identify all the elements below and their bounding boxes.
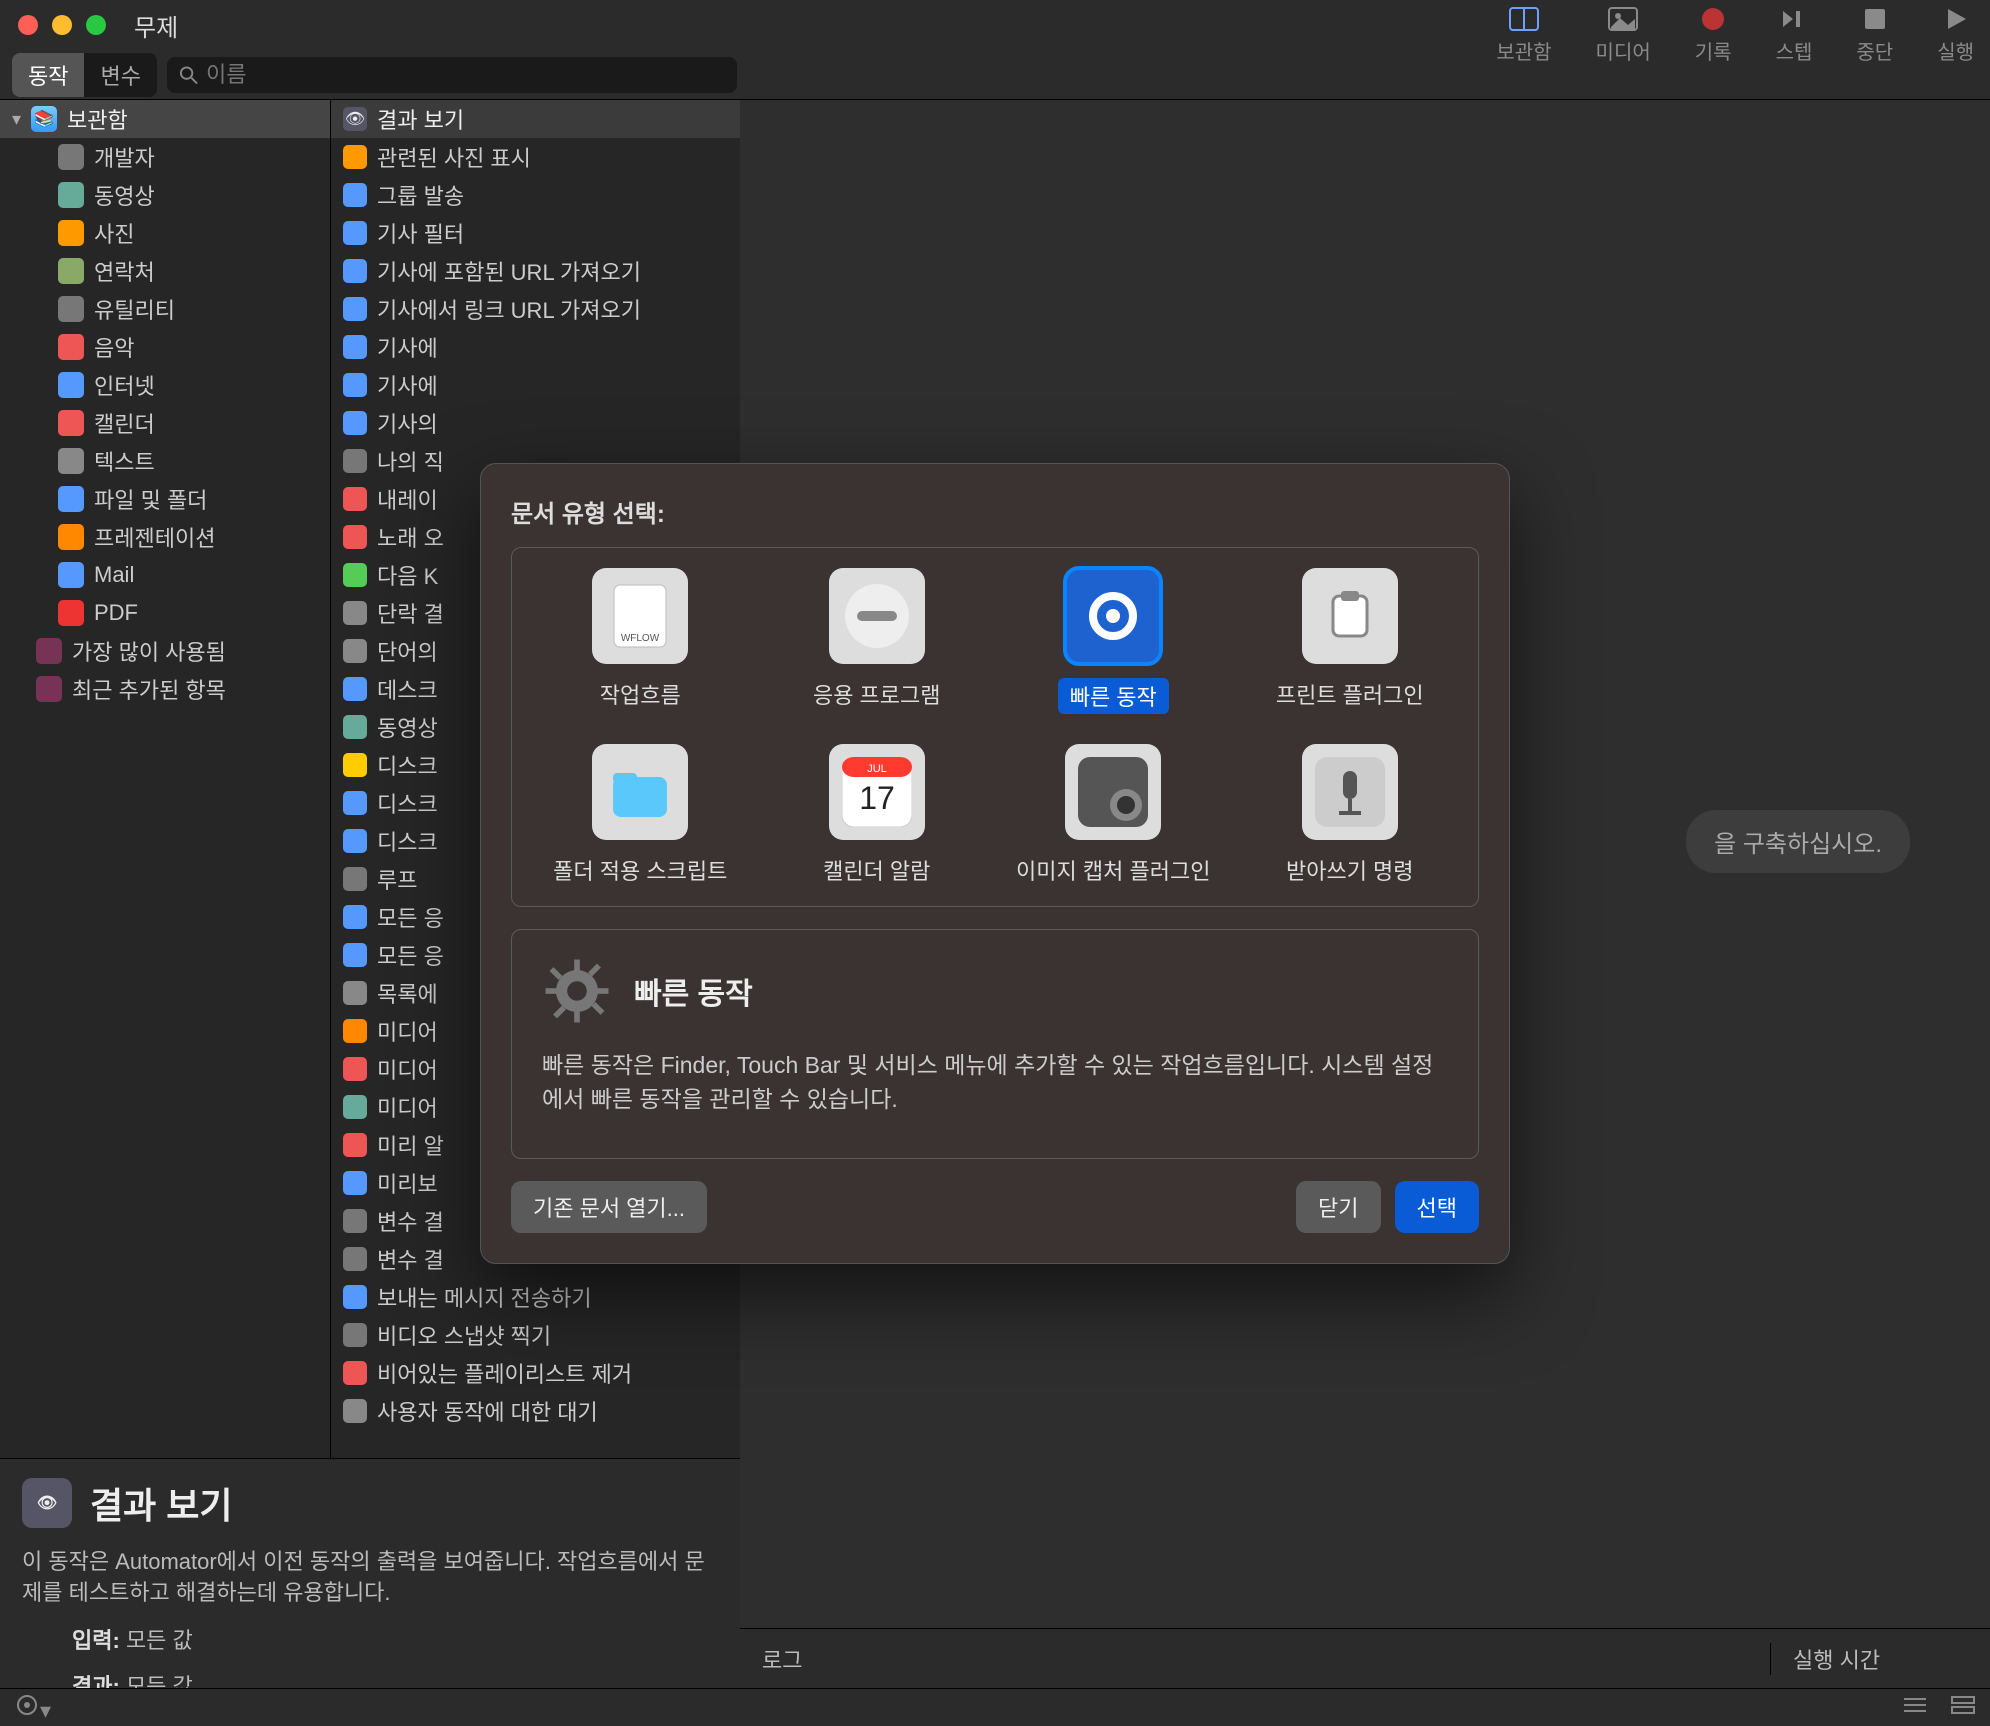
detail-body: 빠른 동작은 Finder, Touch Bar 및 서비스 메뉴에 추가할 수… (542, 1048, 1448, 1117)
doc-type-icon (1065, 744, 1161, 840)
doc-type-label: 응용 프로그램 (813, 678, 941, 710)
doc-type-icon: WFLOW (592, 568, 688, 664)
svg-text:WFLOW: WFLOW (621, 633, 660, 644)
document-type-dialog: 문서 유형 선택: WFLOW 작업흐름 응용 프로그램 빠른 동작 프린트 플러그인폴… (480, 463, 1510, 1264)
svg-text:JUL: JUL (867, 763, 887, 775)
doc-type-option[interactable]: JUL 17 캘린더 알람 (759, 744, 996, 886)
doc-type-icon (1302, 568, 1398, 664)
svg-text:17: 17 (859, 780, 895, 816)
doc-type-option[interactable]: 이미지 캡처 플러그인 (995, 744, 1232, 886)
document-type-grid: WFLOW 작업흐름 응용 프로그램 빠른 동작 프린트 플러그인폴더 적용 스크립트 J… (511, 547, 1479, 907)
doc-type-icon (1065, 568, 1161, 664)
doc-type-label: 받아쓰기 명령 (1286, 854, 1414, 886)
doc-type-label: 폴더 적용 스크립트 (553, 854, 727, 886)
close-button[interactable]: 닫기 (1296, 1181, 1380, 1233)
doc-type-label: 작업흐름 (600, 678, 681, 710)
gear-icon (542, 956, 612, 1026)
doc-type-option[interactable]: 받아쓰기 명령 (1232, 744, 1469, 886)
doc-type-option[interactable]: 폴더 적용 스크립트 (522, 744, 759, 886)
doc-type-option[interactable]: WFLOW 작업흐름 (522, 568, 759, 714)
doc-type-label: 이미지 캡처 플러그인 (1016, 854, 1210, 886)
document-type-detail: 빠른 동작 빠른 동작은 Finder, Touch Bar 및 서비스 메뉴에… (511, 929, 1479, 1159)
open-existing-button[interactable]: 기존 문서 열기... (511, 1181, 707, 1233)
doc-type-icon: JUL 17 (829, 744, 925, 840)
doc-type-icon (1302, 744, 1398, 840)
choose-button[interactable]: 선택 (1395, 1181, 1479, 1233)
doc-type-option[interactable]: 응용 프로그램 (759, 568, 996, 714)
doc-type-icon (592, 744, 688, 840)
dialog-button-row: 기존 문서 열기... 닫기 선택 (511, 1181, 1479, 1233)
doc-type-icon (829, 568, 925, 664)
doc-type-label: 캘린더 알람 (823, 854, 930, 886)
doc-type-label: 빠른 동작 (1058, 678, 1169, 714)
doc-type-label: 프린트 플러그인 (1276, 678, 1424, 710)
document-type-dialog-overlay: 문서 유형 선택: WFLOW 작업흐름 응용 프로그램 빠른 동작 프린트 플러그인폴… (0, 0, 1990, 1726)
doc-type-option[interactable]: 빠른 동작 (995, 568, 1232, 714)
doc-type-option[interactable]: 프린트 플러그인 (1232, 568, 1469, 714)
dialog-heading: 문서 유형 선택: (511, 494, 1479, 529)
